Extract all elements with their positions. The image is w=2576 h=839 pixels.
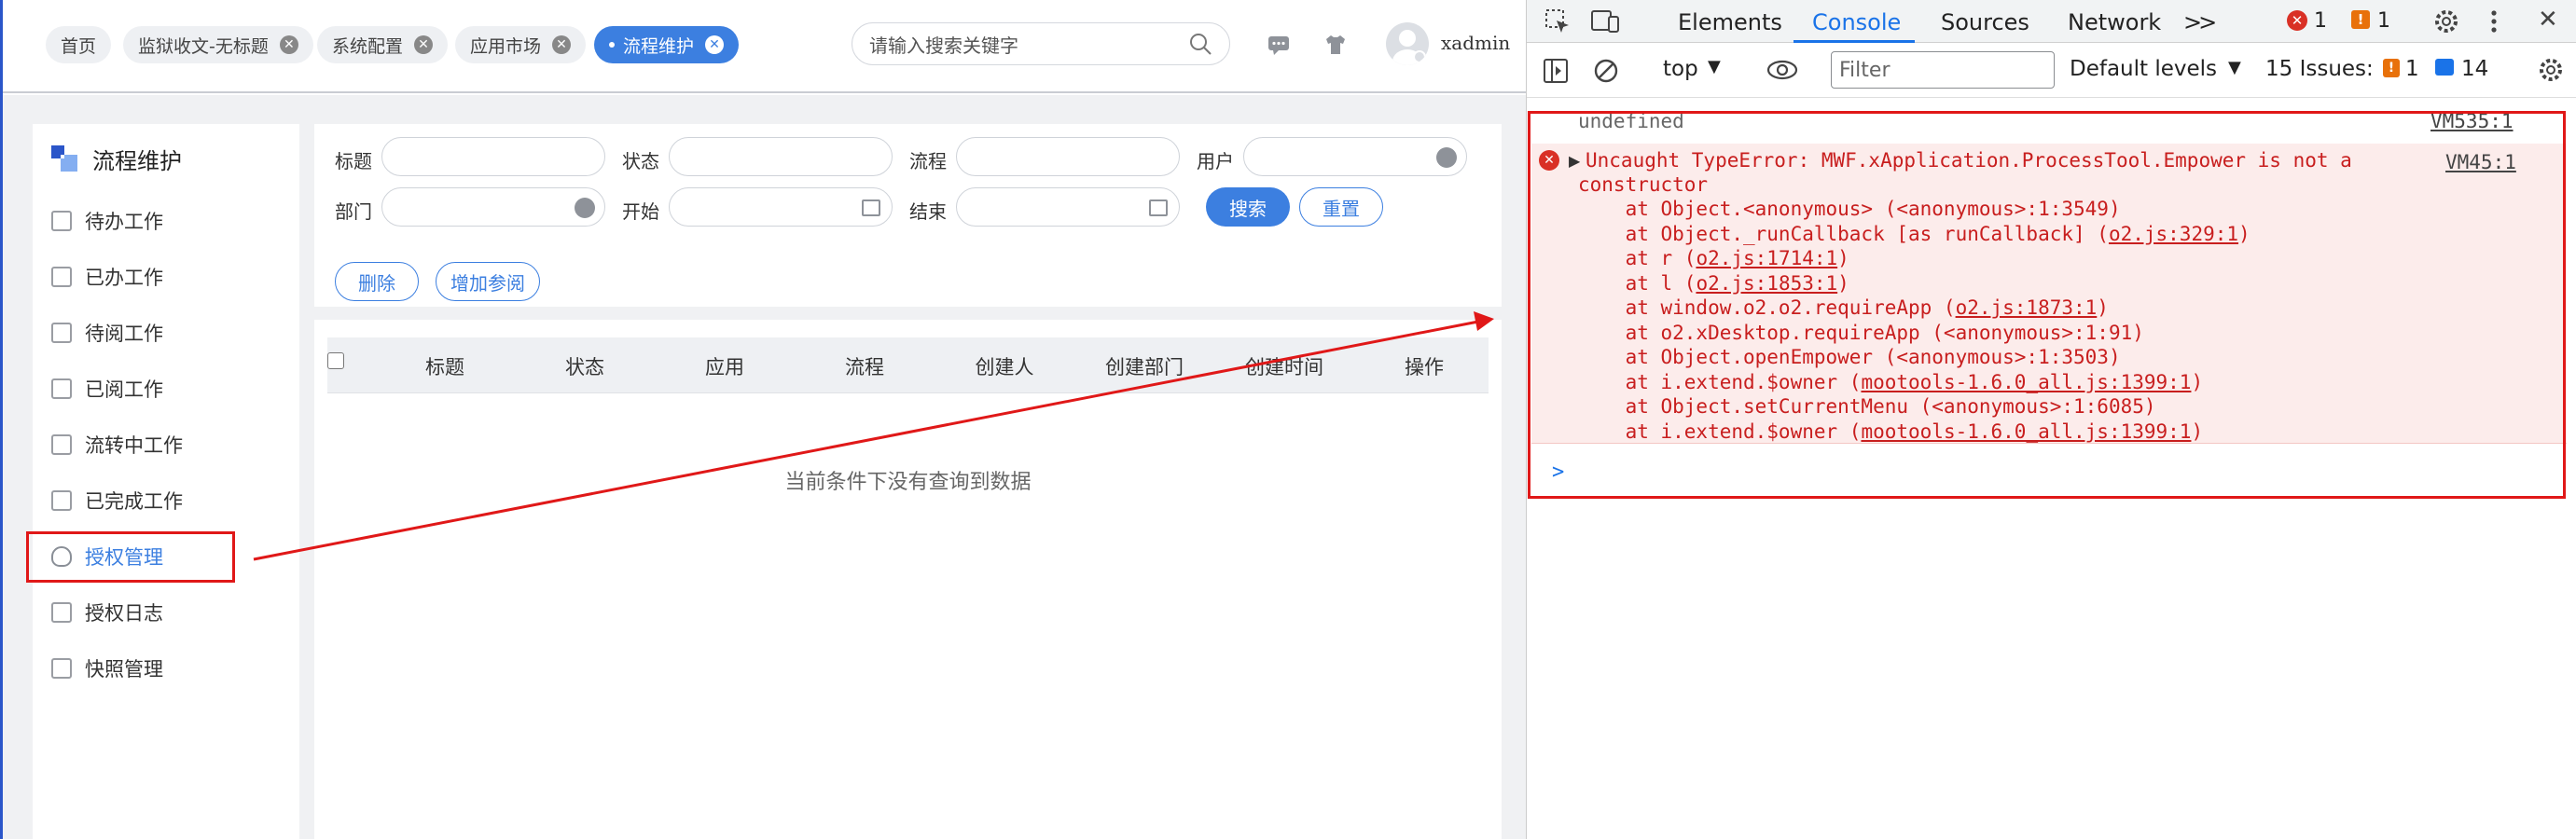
top-bar: 首页 监狱收文-无标题 ✕ 系统配置 ✕ 应用市场 ✕ 流程维护 ✕ 请输入搜索关键字 … [3,0,1526,93]
process-app-icon [51,144,77,172]
reset-button[interactable]: 重置 [1299,187,1383,227]
status-label: 状态 [622,150,659,172]
tab-process-maintenance[interactable]: 流程维护 ✕ [594,26,740,63]
search-placeholder: 请输入搜索关键字 [869,34,1018,57]
status-input[interactable] [669,137,893,176]
main-panel: 标题 状态 流程 用户 部门 开始 结束 搜索 重置 删除 增加参阅 标题 状态… [314,124,1502,839]
completed-icon [51,490,72,511]
sidebar: 流程维护 待办工作 已办工作 待阅工作 已阅工作 流转中工作 已完成工作 授权管… [33,124,299,839]
done-icon [51,267,72,287]
edit-log-icon [51,602,72,623]
tab-label: 监狱收文-无标题 [138,35,269,57]
select-all-checkbox[interactable] [327,352,344,369]
column-header[interactable]: 创建部门 [1088,352,1200,380]
tab-label: 系统配置 [332,35,404,57]
divider [314,307,1502,320]
search-icon[interactable] [1188,32,1212,56]
delete-button[interactable]: 删除 [335,262,419,301]
camera-icon [51,658,72,679]
person-icon[interactable] [575,198,595,218]
sidebar-item-label: 流转中工作 [85,434,183,457]
add-reference-button[interactable]: 增加参阅 [436,262,540,301]
sidebar-title: 流程维护 [49,143,182,175]
user-avatar-icon [1392,30,1426,65]
sidebar-item-label: 已阅工作 [85,378,163,401]
column-header[interactable]: 流程 [827,352,902,380]
message-icon[interactable] [1266,32,1292,58]
user-label: 用户 [1197,150,1234,172]
dept-label: 部门 [335,200,372,223]
tab-home[interactable]: 首页 [46,26,112,63]
end-date-input[interactable] [956,187,1180,227]
tab-system-config[interactable]: 系统配置 ✕ [317,26,449,63]
tab-label: 首页 [61,35,97,57]
sidebar-item-toread[interactable]: 待阅工作 [51,314,163,351]
sidebar-item-label: 待阅工作 [85,323,163,345]
tab-label: 应用市场 [470,35,542,57]
close-icon[interactable]: ✕ [552,35,572,54]
table-header: 标题 状态 应用 流程 创建人 创建部门 创建时间 操作 [327,337,1489,393]
person-icon[interactable] [1436,147,1457,168]
sidebar-item-label: 快照管理 [85,658,163,681]
dept-input[interactable] [381,187,605,227]
sidebar-item-label: 授权日志 [85,602,163,625]
sidebar-item-todo[interactable]: 待办工作 [51,202,163,240]
column-header[interactable]: 应用 [687,352,762,380]
column-header[interactable]: 标题 [408,352,482,380]
avatar[interactable] [1386,22,1429,65]
skin-shirt-icon[interactable] [1323,32,1349,58]
calendar-icon[interactable] [862,199,880,216]
sidebar-item-label: 已完成工作 [85,490,183,513]
process-label: 流程 [909,150,947,172]
tab-label: 流程维护 [623,35,695,57]
process-input[interactable] [956,137,1180,176]
close-icon[interactable]: ✕ [705,35,725,54]
todo-icon [51,211,72,231]
sidebar-item-snapshot[interactable]: 快照管理 [51,650,163,687]
user-name[interactable]: xadmin [1441,32,1510,54]
active-dot-icon [609,42,615,48]
search-input[interactable]: 请输入搜索关键字 [852,22,1230,65]
search-button[interactable]: 搜索 [1206,187,1290,227]
filter-form: 标题 状态 流程 用户 部门 开始 结束 搜索 重置 删除 增加参阅 [314,124,1502,307]
sidebar-item-completed[interactable]: 已完成工作 [51,482,183,519]
title-input[interactable] [381,137,605,176]
close-icon[interactable]: ✕ [279,35,298,54]
sidebar-item-read[interactable]: 已阅工作 [51,370,163,407]
sidebar-item-done[interactable]: 已办工作 [51,258,163,296]
sidebar-item-flowing[interactable]: 流转中工作 [51,426,183,463]
sidebar-item-label: 已办工作 [85,267,163,289]
title-label: 标题 [335,150,372,172]
user-input[interactable] [1243,137,1467,176]
start-date-input[interactable] [669,187,893,227]
annotation-highlight-console-error [1528,111,2566,499]
toread-icon [51,323,72,343]
empty-state-text: 当前条件下没有查询到数据 [784,471,1032,494]
tab-app-market[interactable]: 应用市场 ✕ [455,26,587,63]
annotation-highlight-empower [26,531,235,583]
end-label: 结束 [909,200,947,223]
read-icon [51,378,72,399]
tab-prison-doc[interactable]: 监狱收文-无标题 ✕ [123,26,313,63]
column-header[interactable]: 状态 [547,352,622,380]
close-icon[interactable]: ✕ [414,35,434,54]
sidebar-title-text: 流程维护 [92,148,182,174]
column-header[interactable]: 操作 [1387,352,1461,380]
column-header[interactable]: 创建时间 [1228,352,1340,380]
app-window: 首页 监狱收文-无标题 ✕ 系统配置 ✕ 应用市场 ✕ 流程维护 ✕ 请输入搜索关键字 … [0,0,1526,839]
sidebar-item-label: 待办工作 [85,211,163,233]
calendar-icon[interactable] [1149,199,1168,216]
column-header[interactable]: 创建人 [958,352,1051,380]
start-label: 开始 [622,200,659,223]
sidebar-item-empower-log[interactable]: 授权日志 [51,594,163,631]
flowing-icon [51,434,72,455]
